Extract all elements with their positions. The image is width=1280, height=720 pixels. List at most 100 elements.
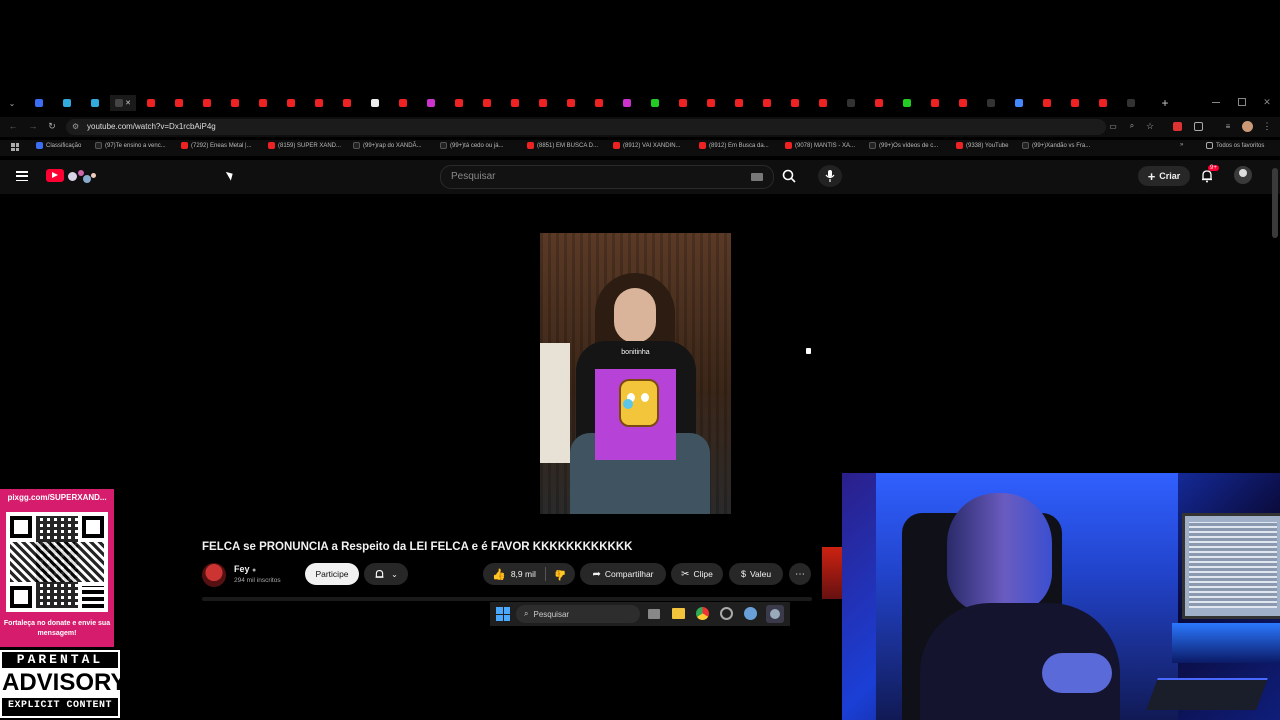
tab[interactable] [26, 95, 52, 111]
tab[interactable] [586, 95, 612, 111]
bookmark-item[interactable]: (9078) MANTIS - XA... [785, 142, 855, 149]
app-icon[interactable] [720, 607, 733, 620]
bookmark-item[interactable]: (8851) EM BUSCA D... [527, 142, 598, 149]
tab[interactable] [1034, 95, 1060, 111]
minimize-icon[interactable] [1212, 102, 1220, 103]
tab[interactable] [418, 95, 444, 111]
extensions-puzzle-icon[interactable] [1194, 122, 1203, 131]
tab-close-icon[interactable]: ✕ [125, 99, 131, 107]
youtube-logo[interactable] [46, 169, 64, 182]
bookmark-item[interactable]: (8912) Em Busca da... [699, 142, 769, 149]
steam-icon[interactable] [766, 605, 784, 623]
reload-icon[interactable]: ↻ [47, 121, 57, 131]
tab[interactable] [530, 95, 556, 111]
tab[interactable] [306, 95, 332, 111]
taskbar-search[interactable]: ⌕ Pesquisar [516, 605, 640, 623]
tab[interactable] [1062, 95, 1088, 111]
bookmark-item[interactable]: (97)Te ensino a venc... [95, 142, 166, 149]
tab[interactable] [446, 95, 472, 111]
voice-search-button[interactable] [818, 165, 842, 187]
create-button[interactable]: + Criar [1138, 166, 1190, 186]
tab[interactable] [502, 95, 528, 111]
tab[interactable] [922, 95, 948, 111]
like-button[interactable]: 👍 8,9 mil [483, 563, 545, 585]
bookmark-item[interactable]: (9338) YouTube [956, 142, 1008, 149]
bookmark-item[interactable]: (99+)Os vídeos de c... [869, 142, 938, 149]
keyboard-icon[interactable] [751, 173, 763, 181]
tab[interactable] [278, 95, 304, 111]
site-info-icon[interactable]: ⚙ [72, 122, 79, 131]
tab[interactable] [642, 95, 668, 111]
bookmarks-overflow-icon[interactable]: » [1180, 142, 1183, 148]
close-window-icon[interactable]: ✕ [1262, 96, 1272, 108]
settings-icon[interactable] [744, 607, 757, 620]
share-button[interactable]: ➦ Compartilhar [580, 563, 666, 585]
dislike-button[interactable]: 👍 [546, 563, 575, 585]
tab[interactable] [754, 95, 780, 111]
tab[interactable] [978, 95, 1004, 111]
video-player[interactable]: bonitinha [540, 233, 731, 514]
clip-button[interactable]: ✂ Clipe [671, 563, 723, 585]
tab[interactable] [810, 95, 836, 111]
chrome-icon[interactable] [696, 607, 709, 620]
youtube-doodle-logo[interactable] [68, 170, 98, 184]
task-view-icon[interactable] [648, 609, 660, 619]
profile-avatar[interactable] [1242, 121, 1253, 132]
zoom-icon[interactable]: ⌕ [1127, 121, 1137, 131]
tab[interactable] [166, 95, 192, 111]
forward-icon[interactable]: → [28, 121, 38, 131]
account-avatar[interactable] [1234, 166, 1252, 184]
tab[interactable] [474, 95, 500, 111]
media-control-icon[interactable]: ≡ [1223, 121, 1233, 131]
tab[interactable] [1090, 95, 1116, 111]
channel-name[interactable]: Fey ● [234, 564, 256, 574]
tab[interactable] [670, 95, 696, 111]
tab[interactable] [614, 95, 640, 111]
bookmark-star-icon[interactable]: ☆ [1145, 121, 1155, 131]
tab[interactable] [250, 95, 276, 111]
channel-avatar[interactable] [202, 563, 226, 587]
join-button[interactable]: Participe [305, 563, 359, 585]
apps-grid-icon[interactable] [11, 143, 19, 151]
notifications-button[interactable]: 9+ [1200, 165, 1219, 183]
subscribed-bell-button[interactable]: ⌄ [364, 563, 408, 585]
tab[interactable] [334, 95, 360, 111]
bookmark-item[interactable]: (99+)Xandão vs Fra... [1022, 142, 1090, 149]
maximize-icon[interactable] [1238, 98, 1246, 106]
tab[interactable] [54, 95, 80, 111]
bookmark-item[interactable]: (7292) Eneas Metal |... [181, 142, 252, 149]
url-field[interactable]: ⚙ youtube.com/watch?v=Dx1rcbAiP4g [66, 119, 1106, 135]
recommended-thumbnail[interactable] [822, 547, 842, 599]
tab[interactable] [1006, 95, 1032, 111]
hamburger-menu-icon[interactable] [16, 171, 28, 181]
tab[interactable] [390, 95, 416, 111]
file-explorer-icon[interactable] [672, 608, 685, 619]
tab[interactable] [1118, 95, 1144, 111]
windows-start-icon[interactable] [496, 607, 510, 621]
cast-icon[interactable]: ▭ [1108, 121, 1118, 131]
tab[interactable] [726, 95, 752, 111]
search-input[interactable]: Pesquisar [451, 171, 495, 182]
tab[interactable] [782, 95, 808, 111]
more-actions-icon[interactable]: ⋯ [789, 563, 811, 585]
bookmark-item[interactable]: (99+)rap do XANDÃ... [353, 142, 422, 149]
browser-menu-icon[interactable]: ⋮ [1263, 121, 1272, 131]
new-tab-button[interactable]: + [1158, 96, 1172, 110]
back-icon[interactable]: ← [8, 121, 18, 131]
tab[interactable] [138, 95, 164, 111]
page-scrollbar[interactable] [1272, 168, 1278, 238]
search-box[interactable]: Pesquisar [440, 165, 774, 189]
tab[interactable] [698, 95, 724, 111]
bookmark-item[interactable]: (8159) SUPER XAND... [268, 142, 341, 149]
tab-active[interactable]: ✕ [110, 95, 136, 111]
tab-search-icon[interactable]: ⌄ [6, 97, 18, 109]
tab[interactable] [82, 95, 108, 111]
tab[interactable] [222, 95, 248, 111]
tab[interactable] [558, 95, 584, 111]
bookmark-item[interactable]: (99+)tá cedo ou já... [440, 142, 504, 149]
thanks-button[interactable]: $ Valeu [729, 563, 783, 585]
tab[interactable] [362, 95, 388, 111]
all-bookmarks-folder[interactable]: Todos os favoritos [1206, 142, 1264, 149]
tab[interactable] [950, 95, 976, 111]
bookmark-item[interactable]: Classificação [36, 142, 81, 149]
